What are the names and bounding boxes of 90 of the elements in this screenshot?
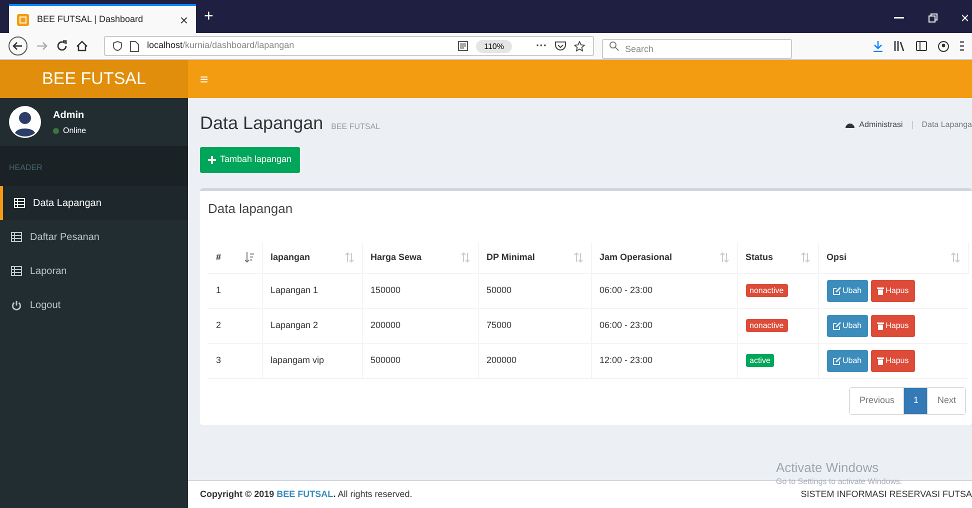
reload-icon[interactable] (56, 40, 68, 52)
sidebar-item[interactable]: Daftar Pesanan (0, 220, 188, 254)
delete-button[interactable]: Hapus (870, 314, 915, 336)
trash-icon (876, 356, 884, 364)
table-cell: 2 (208, 308, 262, 343)
table-cell: 500000 (362, 343, 478, 378)
table-cell: 1 (208, 273, 262, 308)
home-icon[interactable] (76, 40, 88, 52)
user-avatar-icon (9, 106, 41, 138)
edit-icon (832, 356, 840, 364)
browser-tab[interactable]: BEE FUTSAL | Dashboard × (9, 4, 196, 33)
edit-icon (832, 322, 840, 330)
column-header[interactable]: Status (737, 243, 818, 273)
delete-button[interactable]: Hapus (870, 280, 915, 302)
address-bar[interactable]: localhost/kurnia/dashboard/lapangan 110% ··· (104, 36, 594, 56)
edit-icon (832, 286, 840, 294)
table-cell: lapangam vip (262, 343, 362, 378)
sidebar-item[interactable]: Laporan (0, 254, 188, 288)
table-cell: 75000 (478, 308, 591, 343)
zoom-badge[interactable]: 110% (476, 40, 512, 52)
reader-icon[interactable] (458, 41, 468, 51)
table-cell: 200000 (478, 343, 591, 378)
copyright-text: Copyright © 2019 BEE FUTSAL. All rights reserved. (200, 488, 412, 501)
column-header[interactable]: Harga Sewa (362, 243, 478, 273)
dashboard-icon (845, 121, 856, 129)
back-icon[interactable] (8, 36, 28, 56)
edit-button[interactable]: Ubah (826, 314, 868, 336)
pagination-button[interactable]: Next (927, 388, 965, 414)
status-label: nonactive (746, 284, 788, 297)
breadcrumb-link[interactable]: Administrasi (859, 119, 903, 131)
search-field[interactable]: Search (602, 39, 792, 59)
pagination-button[interactable]: 1 (903, 388, 928, 414)
plus-icon (208, 156, 216, 164)
activation-notice-text: Go to Settings to activate Windows. (776, 478, 902, 486)
table-cell: 150000 (362, 273, 478, 308)
table-cell: 06:00 - 23:00 (591, 308, 737, 343)
activation-notice-title: Activate Windows (776, 461, 880, 474)
shield-icon (113, 41, 122, 51)
account-icon[interactable] (938, 40, 949, 52)
column-header[interactable]: DP Minimal (478, 243, 591, 273)
edit-button[interactable]: Ubah (826, 280, 868, 302)
column-header[interactable]: lapangan (262, 243, 362, 273)
tab-favicon-icon (17, 14, 29, 26)
close-icon[interactable] (962, 13, 968, 23)
delete-button[interactable]: Hapus (870, 350, 915, 372)
table-icon (11, 266, 22, 276)
column-header[interactable]: Jam Operasional (591, 243, 737, 273)
status-label: active (746, 354, 774, 367)
table-cell: 06:00 - 23:00 (591, 273, 737, 308)
breadcrumb-current: Data Lapanga (922, 119, 972, 131)
sidebar-item[interactable]: Logout (0, 288, 188, 322)
library-icon[interactable] (894, 41, 905, 51)
footer-text: SISTEM INFORMASI RESERVASI FUTSA (800, 488, 972, 501)
table-icon (11, 232, 22, 242)
trash-icon (876, 286, 884, 294)
sidebar-icon[interactable] (916, 41, 927, 51)
star-icon[interactable] (574, 40, 585, 52)
page-title: Data Lapangan (200, 112, 324, 135)
table-cell: 50000 (478, 273, 591, 308)
sort-ascending-icon[interactable] (244, 252, 254, 264)
column-header[interactable]: # (208, 243, 262, 273)
column-header[interactable]: Opsi (818, 243, 968, 273)
table-icon (14, 198, 25, 208)
minimize-icon[interactable] (894, 17, 904, 19)
power-icon (11, 300, 22, 310)
page-icon (130, 40, 139, 52)
pocket-icon[interactable] (555, 41, 566, 51)
table-cell: Lapangan 1 (262, 273, 362, 308)
edit-button[interactable]: Ubah (826, 350, 868, 372)
close-tab-button[interactable]: × (180, 12, 188, 26)
menu-icon[interactable] (960, 41, 964, 51)
new-tab-button[interactable]: + (196, 9, 222, 25)
table-cell: 200000 (362, 308, 478, 343)
page-subtitle: BEE FUTSAL (331, 121, 380, 133)
more-actions-button[interactable]: ··· (536, 38, 547, 54)
url-text: localhost/kurnia/dashboard/lapangan (147, 39, 296, 52)
user-status: Online (63, 124, 86, 136)
sidebar-item[interactable]: Data Lapangan (0, 186, 188, 220)
table-cell: 12:00 - 23:00 (591, 343, 737, 378)
user-name: Admin (53, 108, 86, 122)
table-cell: 3 (208, 343, 262, 378)
status-label: nonactive (746, 318, 788, 332)
trash-icon (876, 322, 884, 330)
search-icon (609, 41, 619, 51)
sidebar-section-header: HEADER (9, 163, 42, 172)
table-cell: Lapangan 2 (262, 308, 362, 343)
download-icon[interactable] (873, 40, 883, 52)
brand-link[interactable]: BEE FUTSAL (276, 488, 334, 499)
restore-icon[interactable] (928, 13, 938, 23)
card-title: Data lapangan (208, 201, 293, 216)
